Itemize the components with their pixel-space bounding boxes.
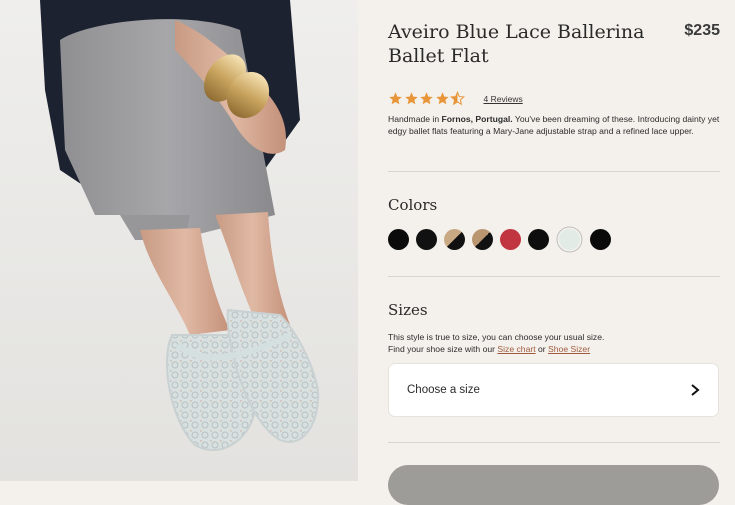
add-to-bag-button[interactable]: [388, 465, 719, 505]
color-swatch-black-2[interactable]: [416, 229, 437, 250]
size-note-line1: This style is true to size, you can choo…: [388, 332, 605, 342]
color-swatch-black[interactable]: [388, 229, 409, 250]
product-description: Handmade in Fornos, Portugal. You've bee…: [388, 114, 723, 137]
description-prefix: Handmade in: [388, 114, 442, 124]
chevron-right-icon: [691, 384, 700, 396]
product-title: Aveiro Blue Lace Ballerina Ballet Flat: [388, 21, 645, 67]
size-select-label: Choose a size: [407, 384, 480, 396]
rating-row: 4 Reviews: [388, 91, 523, 106]
color-swatch-black-tan[interactable]: [472, 229, 493, 250]
color-swatches: [388, 229, 618, 250]
size-note-or: or: [535, 344, 549, 354]
star-rating: [388, 91, 466, 106]
color-swatch-light-blue[interactable]: [559, 229, 580, 250]
description-origin: Fornos, Portugal.: [441, 114, 513, 124]
star-icon: [404, 92, 418, 105]
product-price: $235: [684, 22, 720, 39]
product-photo: [0, 0, 358, 481]
colors-heading: Colors: [388, 196, 438, 214]
half-star-icon: [450, 91, 465, 106]
star-icon: [420, 92, 433, 105]
divider: [388, 442, 720, 443]
color-swatch-red[interactable]: [500, 229, 521, 250]
size-note-prefix: Find your shoe size with our: [388, 344, 498, 354]
size-note-line2: Find your shoe size with our Size chart …: [388, 343, 604, 355]
size-select[interactable]: Choose a size: [388, 363, 719, 417]
shoe-sizer-link[interactable]: Shoe Sizer: [548, 344, 590, 354]
size-chart-link[interactable]: Size chart: [497, 344, 535, 354]
color-swatch-black-3[interactable]: [528, 229, 549, 250]
star-icon: [389, 92, 402, 105]
product-info-panel: Aveiro Blue Lace Ballerina Ballet Flat $…: [358, 0, 735, 505]
size-note: This style is true to size, you can choo…: [388, 331, 604, 355]
star-icon: [435, 92, 449, 105]
sizes-heading: Sizes: [388, 301, 428, 319]
color-swatch-black-4[interactable]: [590, 229, 611, 250]
divider: [388, 171, 720, 172]
reviews-link[interactable]: 4 Reviews: [484, 94, 523, 104]
divider: [388, 276, 720, 277]
color-swatch-tan-black[interactable]: [444, 229, 465, 250]
